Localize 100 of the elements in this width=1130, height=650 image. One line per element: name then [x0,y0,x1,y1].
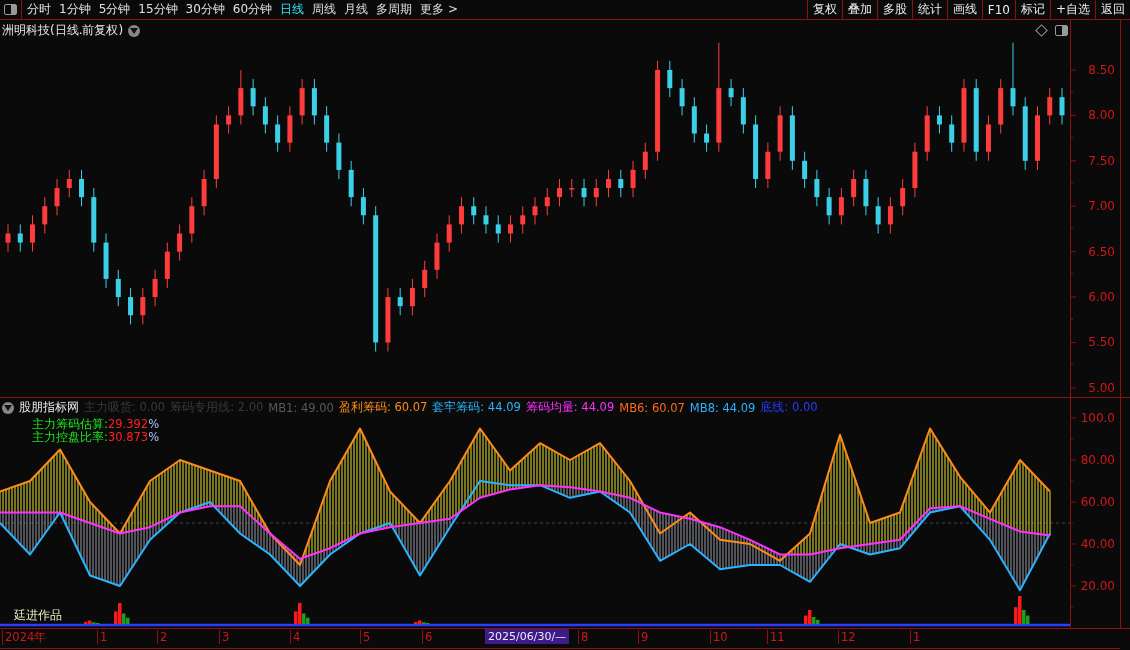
candlestick [360,187,366,225]
tick-label: 60.00 [1080,494,1115,509]
toolbar-button[interactable]: 画线 [946,0,982,19]
candlestick [434,233,440,280]
cursor-date-label: 2025/06/30/— [485,629,570,644]
unit-label: % [148,430,160,444]
candlestick [728,78,734,107]
period-tab[interactable]: 15分钟 [135,1,181,18]
candlestick [42,196,48,234]
date-label: 12 [838,630,856,644]
candlestick [275,114,281,153]
indicator-title: 股朋指标网 [19,399,79,416]
toolbar-button[interactable]: 多股 [876,0,912,19]
candlestick [177,223,183,262]
period-tab[interactable]: 60分钟 [229,1,276,18]
candlestick [336,133,342,180]
candlestick [348,160,354,207]
date-label: 1 [97,630,108,644]
date-label: 3 [219,630,230,644]
candlestick [569,178,575,198]
candlestick [66,169,72,198]
candlestick [128,287,134,325]
candlestick [557,178,562,207]
toolbar-button[interactable]: 复权 [806,0,842,19]
candlestick [1047,87,1053,125]
date-label: 4 [290,630,301,644]
candlestick [238,69,244,125]
legend-value: : 44.09 [573,400,615,415]
candlestick [152,269,158,307]
candlestick [520,205,526,234]
period-tab[interactable]: 多周期 [373,1,416,18]
estimate-label: 主力控盘比率: [32,430,108,444]
estimate-value: 30.873 [107,430,149,444]
date-label: 2024年 [2,630,47,645]
candlestick [777,105,783,162]
candlestick [679,78,685,116]
period-tab[interactable]: 更多 > [417,1,461,18]
candlestick [164,242,170,289]
candlestick [250,78,256,116]
toolbar-button[interactable]: +自选 [1049,0,1095,19]
date-label: 11 [767,630,785,644]
candlestick [495,214,501,244]
period-tab[interactable]: 月线 [341,1,372,18]
period-tab[interactable]: 5分钟 [95,1,134,18]
chart-title: 洲明科技(日线.前复权) [2,22,124,39]
candlestick [985,114,991,162]
unit-label: % [148,417,160,431]
date-label: 1 [910,630,921,644]
date-label: 2 [157,630,168,644]
period-tab[interactable]: 分时 [24,1,54,18]
candlestick [422,260,428,298]
tick-label: 5.00 [1088,380,1115,395]
candlestick [704,123,710,153]
candlestick [642,142,648,180]
candlestick [532,196,538,225]
toolbar-button[interactable]: 叠加 [841,0,877,19]
toolbar-button[interactable]: 统计 [911,0,947,19]
candlestick [606,169,612,198]
legend-label: 筹码均量 [525,400,574,415]
period-tab[interactable]: 周线 [309,1,340,18]
candlestick [446,214,452,253]
candlestick [140,287,146,325]
legend-label: 盈利筹码 [338,400,387,415]
tick-label: 5.50 [1088,335,1115,350]
candlestick [54,178,60,216]
candlestick [397,287,403,316]
candlestick [17,223,23,253]
candlestick [863,169,869,216]
candlestick [740,87,746,135]
candlestick [912,142,918,198]
candlestick [79,169,85,207]
candlestick [667,60,673,98]
date-label: 6 [422,630,433,644]
candlestick [887,196,893,234]
estimate-label: 主力筹码估算: [32,417,108,431]
toolbar-button[interactable]: 返回 [1095,0,1130,19]
candlestick [544,187,550,216]
legend-value: : 60.07 [386,400,428,415]
candlestick [581,178,587,207]
candlestick [630,160,636,198]
dropdown-icon[interactable] [2,401,14,414]
candlestick [458,196,464,234]
candlestick [5,223,11,253]
period-tab[interactable]: 30分钟 [182,1,228,18]
period-tab[interactable]: 1分钟 [56,1,94,18]
candlestick [262,96,268,135]
tick-label: 6.50 [1088,244,1115,259]
candlestick [103,233,109,289]
candlestick [998,78,1004,135]
toolbar-button[interactable]: F10 [981,0,1015,19]
panel-toggle-icon[interactable] [1054,23,1068,37]
legend-item: MB8: 44.09 [689,400,756,415]
dropdown-icon[interactable] [128,24,141,37]
candlestick [226,105,232,135]
candlestick [91,187,97,253]
period-tab[interactable]: 日线 [277,1,308,18]
toolbar-button[interactable]: 标记 [1014,0,1050,19]
legend-item: 底线: 0.00 [760,400,818,415]
candlestick [508,214,513,244]
candlestick [311,78,317,125]
